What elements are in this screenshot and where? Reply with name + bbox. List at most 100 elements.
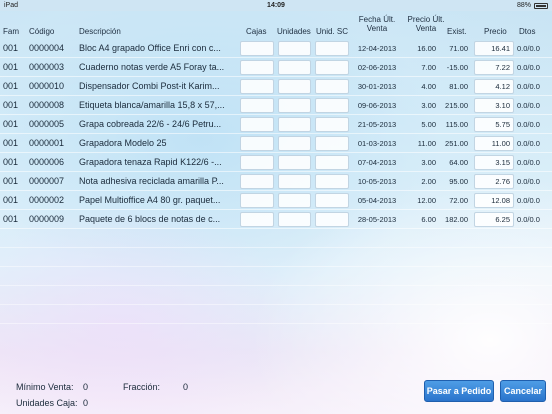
cell-exist: 81.00	[449, 82, 468, 91]
cell-precio-ult-venta: 2.00	[421, 177, 436, 186]
unidades-input[interactable]	[278, 136, 311, 151]
precio-input[interactable]: 6.25	[474, 212, 514, 227]
cajas-input[interactable]	[240, 193, 274, 208]
cell-precio-ult-venta: 4.00	[421, 82, 436, 91]
cell-dtos: 0.0/0.0	[517, 158, 540, 167]
cajas-input[interactable]	[240, 41, 274, 56]
empty-row	[0, 267, 552, 286]
header-codigo: Código	[29, 27, 55, 36]
unid-sc-input[interactable]	[315, 117, 349, 132]
battery-indicator: 88%	[517, 0, 548, 11]
cell-fecha-ult-venta: 21-05-2013	[357, 120, 397, 129]
unid-sc-input[interactable]	[315, 98, 349, 113]
precio-input[interactable]: 11.00	[474, 136, 514, 151]
cajas-input[interactable]	[240, 174, 274, 189]
cajas-input[interactable]	[240, 155, 274, 170]
cell-dtos: 0.0/0.0	[517, 120, 540, 129]
pasar-a-pedido-button[interactable]: Pasar a Pedido	[424, 380, 494, 402]
header-cajas: Cajas	[246, 27, 267, 36]
cell-precio-ult-venta: 3.00	[421, 101, 436, 110]
cell-precio-ult-venta: 7.00	[421, 63, 436, 72]
cajas-input[interactable]	[240, 79, 274, 94]
unidades-input[interactable]	[278, 155, 311, 170]
precio-input[interactable]: 16.41	[474, 41, 514, 56]
cell-exist: 71.00	[449, 44, 468, 53]
unidades-input[interactable]	[278, 212, 311, 227]
cell-codigo: 0000003	[29, 62, 65, 72]
unidades-input[interactable]	[278, 98, 311, 113]
precio-input[interactable]: 3.15	[474, 155, 514, 170]
cell-dtos: 0.0/0.0	[517, 177, 540, 186]
cell-exist: 72.00	[449, 196, 468, 205]
unidades-input[interactable]	[278, 193, 311, 208]
unid-sc-input[interactable]	[315, 41, 349, 56]
unidades-input[interactable]	[278, 60, 311, 75]
cell-fam: 001	[3, 138, 19, 148]
unid-sc-input[interactable]	[315, 193, 349, 208]
cell-fecha-ult-venta: 05-04-2013	[357, 196, 397, 205]
product-table: 001 0000004 Bloc A4 grapado Office Enri co…	[0, 39, 552, 229]
unidades-input[interactable]	[278, 41, 311, 56]
unid-sc-input[interactable]	[315, 174, 349, 189]
header-dtos: Dtos	[519, 27, 536, 36]
precio-input[interactable]: 5.75	[474, 117, 514, 132]
cell-dtos: 0.0/0.0	[517, 215, 540, 224]
unidades-input[interactable]	[278, 79, 311, 94]
cell-fam: 001	[3, 43, 19, 53]
precio-input[interactable]: 12.08	[474, 193, 514, 208]
table-row[interactable]: 001 0000009 Paquete de 6 blocs de notas de…	[0, 210, 552, 229]
unid-sc-input[interactable]	[315, 79, 349, 94]
empty-row	[0, 248, 552, 267]
precio-input[interactable]: 2.76	[474, 174, 514, 189]
precio-input[interactable]: 7.22	[474, 60, 514, 75]
cell-descripcion: Nota adhesiva reciclada amarilla P...	[79, 176, 224, 186]
table-row[interactable]: 001 0000002 Papel Multioffice A4 80 gr. pa…	[0, 191, 552, 210]
table-row[interactable]: 001 0000006 Grapadora tenaza Rapid K122/6 …	[0, 153, 552, 172]
cell-precio-ult-venta: 3.00	[421, 158, 436, 167]
header-precio: Precio	[484, 27, 507, 36]
unid-sc-input[interactable]	[315, 136, 349, 151]
cajas-input[interactable]	[240, 136, 274, 151]
empty-row	[0, 229, 552, 248]
header-exist: Exist.	[447, 27, 467, 36]
cell-descripcion: Grapadora Modelo 25	[79, 138, 167, 148]
cell-fam: 001	[3, 157, 19, 167]
table-row[interactable]: 001 0000004 Bloc A4 grapado Office Enri co…	[0, 39, 552, 58]
cell-fecha-ult-venta: 12-04-2013	[357, 44, 397, 53]
cell-fam: 001	[3, 100, 19, 110]
header-descripcion: Descripción	[79, 27, 121, 36]
unid-sc-input[interactable]	[315, 60, 349, 75]
cajas-input[interactable]	[240, 212, 274, 227]
unidades-input[interactable]	[278, 117, 311, 132]
cell-fecha-ult-venta: 28-05-2013	[357, 215, 397, 224]
cell-exist: 215.00	[445, 101, 468, 110]
table-row[interactable]: 001 0000003 Cuaderno notas verde A5 Foray …	[0, 58, 552, 77]
cell-fam: 001	[3, 195, 19, 205]
table-row[interactable]: 001 0000008 Etiqueta blanca/amarilla 15,8 …	[0, 96, 552, 115]
fraccion-value: 0	[183, 382, 189, 392]
cell-exist: 115.00	[445, 120, 468, 129]
cajas-input[interactable]	[240, 60, 274, 75]
table-row[interactable]: 001 0000010 Dispensador Combi Post-it Kari…	[0, 77, 552, 96]
table-row[interactable]: 001 0000001 Grapadora Modelo 25 01-03-2013 1…	[0, 134, 552, 153]
cell-fecha-ult-venta: 30-01-2013	[357, 82, 397, 91]
cell-codigo: 0000008	[29, 100, 65, 110]
cell-fam: 001	[3, 119, 19, 129]
minimo-venta-value: 0	[83, 382, 89, 392]
cell-dtos: 0.0/0.0	[517, 44, 540, 53]
unid-sc-input[interactable]	[315, 155, 349, 170]
cell-codigo: 0000009	[29, 214, 65, 224]
cell-dtos: 0.0/0.0	[517, 82, 540, 91]
cell-precio-ult-venta: 12.00	[417, 196, 436, 205]
precio-input[interactable]: 3.10	[474, 98, 514, 113]
unidades-input[interactable]	[278, 174, 311, 189]
table-row[interactable]: 001 0000007 Nota adhesiva reciclada amaril…	[0, 172, 552, 191]
unid-sc-input[interactable]	[315, 212, 349, 227]
precio-input[interactable]: 4.12	[474, 79, 514, 94]
unidades-caja-label: Unidades Caja:	[16, 398, 78, 408]
empty-row	[0, 286, 552, 305]
cancel-button[interactable]: Cancelar	[500, 380, 546, 402]
cajas-input[interactable]	[240, 117, 274, 132]
table-row[interactable]: 001 0000005 Grapa cobreada 22/6 - 24/6 Pet…	[0, 115, 552, 134]
cajas-input[interactable]	[240, 98, 274, 113]
